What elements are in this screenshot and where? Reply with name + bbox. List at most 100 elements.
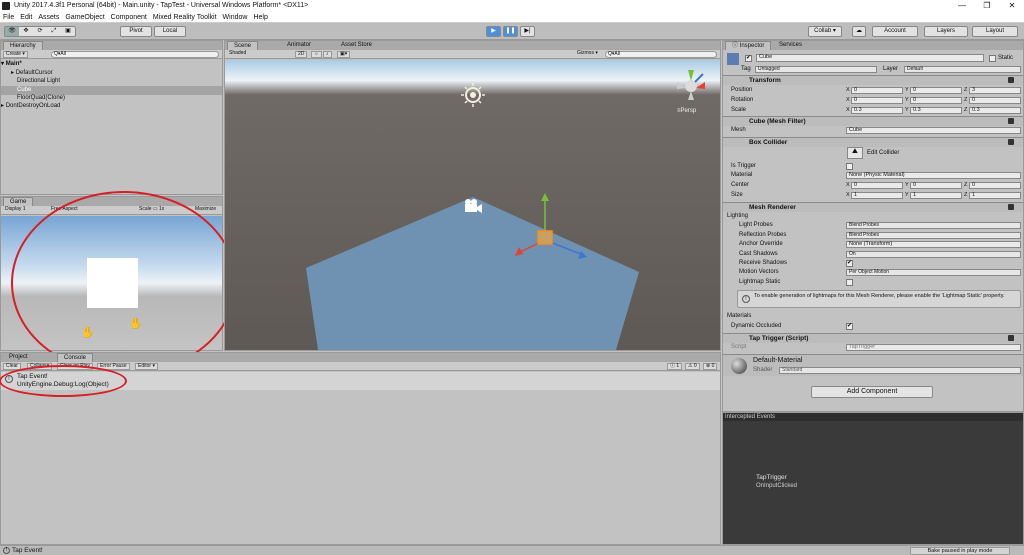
reflection-probes-dropdown[interactable]: Blend Probes (846, 232, 1021, 239)
physic-material-field[interactable]: None (Physic Material) (846, 172, 1021, 179)
status-message[interactable]: Tap Event! (12, 547, 43, 554)
settings-gear-icon[interactable] (1008, 204, 1014, 210)
anchor-override-field[interactable]: None (Transform) (846, 241, 1021, 248)
hand-tool-icon[interactable]: 👁 (5, 27, 19, 36)
move-tool-icon[interactable]: ✥ (19, 27, 33, 36)
tab-animator[interactable]: Animator (281, 41, 318, 50)
gizmos-dropdown[interactable]: Gizmos ▾ (575, 51, 600, 58)
scene-viewport[interactable]: ≡Persp (225, 60, 720, 350)
transform-header[interactable]: Transform (723, 75, 1023, 85)
tab-project[interactable]: Project (3, 353, 34, 362)
rotation-y-field[interactable]: 0 (910, 97, 962, 104)
object-name-field[interactable]: Cube (756, 54, 984, 62)
size-x-field[interactable]: 1 (851, 192, 903, 199)
effects-dropdown-icon[interactable]: ▣▾ (337, 51, 351, 58)
menu-file[interactable]: File (0, 12, 17, 23)
tab-services[interactable]: Services (773, 41, 809, 50)
display-dropdown[interactable]: Display 1 (3, 207, 28, 214)
tab-scene[interactable]: Scene (227, 41, 259, 50)
pause-button[interactable]: ❚❚ (503, 26, 518, 37)
shader-dropdown[interactable]: Standard (779, 367, 1021, 374)
size-z-field[interactable]: 1 (969, 192, 1021, 199)
tab-asset-store[interactable]: Asset Store (335, 41, 379, 50)
close-button[interactable]: ✕ (1000, 0, 1024, 12)
light-probes-dropdown[interactable]: Blend Probes (846, 222, 1021, 229)
lightmap-static-checkbox[interactable] (846, 279, 853, 286)
box-collider-header[interactable]: Box Collider (723, 137, 1023, 147)
persp-label[interactable]: ≡Persp (677, 108, 696, 114)
menu-window[interactable]: Window (220, 12, 251, 23)
rotate-tool-icon[interactable]: ⟳ (33, 27, 47, 36)
warning-count-toggle[interactable]: ⚠ 0 (685, 363, 700, 370)
menu-help[interactable]: Help (250, 12, 270, 23)
minimize-button[interactable]: — (950, 0, 974, 12)
tag-dropdown[interactable]: Untagged (755, 66, 877, 73)
scene-search-input[interactable]: Q▾All (605, 51, 717, 58)
hierarchy-search-input[interactable]: Q▾All (51, 51, 219, 58)
tab-hierarchy[interactable]: Hierarchy (3, 41, 43, 50)
receive-shadows-checkbox[interactable]: ✔ (846, 260, 853, 267)
tab-console[interactable]: Console (57, 353, 94, 362)
mesh-field[interactable]: Cube (846, 127, 1021, 134)
active-checkbox[interactable]: ✔ (745, 55, 752, 62)
lighting-toggle-icon[interactable]: ☼ (311, 51, 322, 58)
menu-component[interactable]: Component (108, 12, 150, 23)
maximize-button[interactable]: ❐ (975, 0, 999, 12)
scale-z-field[interactable]: 0.3 (969, 107, 1021, 114)
rect-tool-icon[interactable]: ▣ (61, 27, 75, 36)
size-y-field[interactable]: 1 (910, 192, 962, 199)
menu-mixed-reality-toolkit[interactable]: Mixed Reality Toolkit (150, 12, 220, 23)
mesh-renderer-header[interactable]: Mesh Renderer (723, 202, 1023, 212)
2d-toggle[interactable]: 2D (295, 51, 308, 58)
cloud-icon[interactable]: ☁ (852, 26, 866, 37)
tab-inspector[interactable]: ⓘ Inspector (725, 41, 772, 50)
is-trigger-checkbox[interactable] (846, 163, 853, 170)
dynamic-occluded-checkbox[interactable]: ✔ (846, 323, 853, 330)
log-count-toggle[interactable]: ⓘ 1 (667, 363, 683, 370)
motion-vectors-dropdown[interactable]: Per Object Motion (846, 269, 1021, 276)
settings-gear-icon[interactable] (1008, 118, 1014, 124)
add-component-button[interactable]: Add Component (811, 386, 933, 398)
center-z-field[interactable]: 0 (969, 182, 1021, 189)
shading-dropdown[interactable]: Shaded (227, 51, 277, 58)
rotation-x-field[interactable]: 0 (851, 97, 903, 104)
position-x-field[interactable]: 0 (851, 87, 903, 94)
position-y-field[interactable]: 0 (910, 87, 962, 94)
scene-root-item[interactable]: ▾ Main* (1, 60, 222, 69)
lighting-foldout[interactable]: Lighting (727, 212, 748, 220)
rotation-z-field[interactable]: 0 (969, 97, 1021, 104)
menu-gameobject[interactable]: GameObject (62, 12, 107, 23)
error-count-toggle[interactable]: ⊗ 0 (703, 363, 718, 370)
hierarchy-item-directional-light[interactable]: Directional Light (1, 77, 222, 86)
edit-collider-button[interactable]: ⛰ (847, 147, 863, 159)
local-toggle[interactable]: Local (154, 26, 186, 37)
bake-status[interactable]: Bake paused in play mode (910, 547, 1010, 555)
audio-toggle-icon[interactable]: ♪ (323, 51, 332, 58)
cast-shadows-dropdown[interactable]: On (846, 251, 1021, 258)
layout-dropdown[interactable]: Layout (972, 26, 1018, 37)
settings-gear-icon[interactable] (1008, 139, 1014, 145)
hierarchy-item-dontdestroyonload[interactable]: ▸ DontDestroyOnLoad (1, 102, 222, 111)
center-x-field[interactable]: 0 (851, 182, 903, 189)
step-button[interactable]: ▶| (520, 26, 535, 37)
account-dropdown[interactable]: Account (872, 26, 918, 37)
tap-trigger-header[interactable]: Tap Trigger (Script) (723, 333, 1023, 343)
center-y-field[interactable]: 0 (910, 182, 962, 189)
materials-foldout[interactable]: Materials (727, 312, 751, 320)
scale-y-field[interactable]: 0.3 (910, 107, 962, 114)
tab-game[interactable]: Game (3, 197, 34, 206)
static-checkbox[interactable] (989, 55, 996, 62)
layer-dropdown[interactable]: Default (904, 66, 1021, 73)
settings-gear-icon[interactable] (1008, 77, 1014, 83)
collab-dropdown[interactable]: Collab ▾ (808, 26, 842, 37)
mesh-filter-header[interactable]: Cube (Mesh Filter) (723, 116, 1023, 126)
layers-dropdown[interactable]: Layers (924, 26, 968, 37)
position-z-field[interactable]: 3 (969, 87, 1021, 94)
material-section[interactable]: Default-Material Shader Standard (723, 354, 1023, 376)
settings-gear-icon[interactable] (1008, 335, 1014, 341)
editor-dropdown[interactable]: Editor ▾ (135, 363, 158, 370)
create-dropdown[interactable]: Create ▾ (3, 51, 28, 58)
menu-assets[interactable]: Assets (35, 12, 62, 23)
scale-x-field[interactable]: 0.3 (851, 107, 903, 114)
pivot-toggle[interactable]: Pivot (120, 26, 152, 37)
